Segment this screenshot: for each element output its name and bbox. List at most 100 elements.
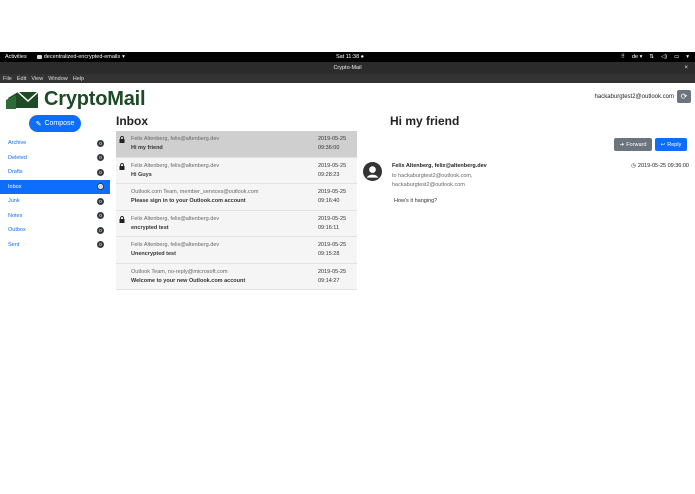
forward-button[interactable]: ➔ Forward [614,138,652,151]
lock-icon [119,215,125,223]
chevron-down-icon: ▾ [122,54,125,60]
folder-outbox[interactable]: Outbox 0 [0,223,110,238]
clock[interactable]: Sat 11:38 ● [336,54,364,60]
message-date: 2019-05-25 [318,215,347,222]
message-date: 2019-05-25 [318,136,347,142]
message-subject: Hi my friend [131,145,163,151]
message-row[interactable]: Felix Altenberg, felix@altenberg.dev enc… [116,210,357,237]
compose-label: Compose [44,120,75,127]
menu-window[interactable]: Window [48,76,68,82]
system-top-bar: Activities decentralized-encrypted-email… [0,52,695,62]
folder-drafts[interactable]: Drafts 0 [0,165,110,180]
message-sender: Felix Altenberg, felix@altenberg.dev [392,163,487,169]
refresh-button[interactable]: ⟳ [677,90,691,103]
folder-label: Notes [8,212,23,219]
message-time: 09:16:11 [318,224,340,231]
network-icon: ⇅ [649,54,654,60]
folder-label: Outbox [8,227,26,234]
folder-notes[interactable]: Notes 0 [0,209,110,224]
message-time: 09:15:28 [318,251,340,257]
message-subject: Hi Guys [131,171,152,178]
notification-dot-icon: ● [360,54,364,60]
message-from: Felix Altenberg, felix@altenberg.dev [131,162,220,169]
folder-count-badge: 0 [97,212,104,220]
message-time: 09:28:23 [318,171,340,178]
activities-button[interactable]: Activities [5,54,27,60]
folder-count-badge: 0 [97,197,104,205]
lock-icon [119,136,125,143]
brand-name: CryptoMail [44,88,146,110]
message-row[interactable]: Outlook.com Team, member_services@outloo… [116,184,357,211]
message-time: 09:36:00 [318,145,340,151]
power-menu-icon: ▾ [686,54,689,60]
keyboard-layout[interactable]: de ▾ [632,54,642,60]
message-recipients: to hackaburgtest2@outlook.com, hackaburg… [392,173,473,188]
message-list: Felix Altenberg, felix@altenberg.dev Hi … [116,131,357,290]
message-row[interactable]: Felix Altenberg, felix@altenberg.dev Une… [116,237,357,264]
message-subject: Please sign in to your Outlook.com accou… [131,198,246,204]
battery-icon: ▭ [674,54,680,60]
message-date: 2019-05-25 [318,162,347,169]
window-title: Crypto-Mail [333,65,362,71]
menu-edit[interactable]: Edit [17,76,26,82]
folder-label: Archive [8,140,27,147]
folder-label: Inbox [8,183,22,190]
folder-count-badge: 0 [97,183,104,191]
account-area: hackaburgtest2@outlook.com ⟳ [595,90,691,103]
reply-button[interactable]: ↩ Reply [655,138,687,151]
folder-sent[interactable]: Sent 0 [0,238,110,253]
menu-help[interactable]: Help [73,76,84,82]
message-row[interactable]: Outlook Team, no-reply@microsoft.com Wel… [116,263,357,290]
message-from: Felix Altenberg, felix@altenberg.dev [131,136,220,142]
grid-icon: ⠿ [620,54,625,60]
folder-label: Junk [8,198,20,205]
folder-count-badge: 0 [97,226,104,234]
message-timestamp: ◷ 2019-05-25 09:36:00 [631,163,689,169]
compose-button[interactable]: ✎ Compose [29,115,81,132]
menu-bar: File Edit View Window Help [0,74,695,83]
menu-view[interactable]: View [31,76,43,82]
app-icon [36,55,42,59]
forward-label: Forward [626,141,647,148]
message-from: Felix Altenberg, felix@altenberg.dev [131,215,220,222]
keyboard-layout-label: de [631,54,639,60]
message-detail-subject: Hi my friend [390,114,460,128]
folder-count-badge: 0 [97,154,104,162]
lock-icon [119,162,125,170]
reply-icon: ↩ [660,141,666,148]
folder-inbox[interactable]: Inbox 0 [0,179,110,194]
user-avatar-icon [363,162,382,181]
inbox-title: Inbox [116,114,148,128]
message-from: Outlook Team, no-reply@microsoft.com [131,268,228,275]
message-row[interactable]: Felix Altenberg, felix@altenberg.dev Hi … [116,157,357,184]
folder-count-badge: 0 [97,139,104,147]
message-date: 2019-05-25 [318,268,347,275]
close-icon[interactable]: × [684,65,688,71]
message-time: 09:16:40 [318,198,340,204]
folder-junk[interactable]: Junk 0 [0,194,110,209]
message-date: 2019-05-25 [318,189,347,195]
folder-archive[interactable]: Archive 0 [0,136,110,151]
message-subject: encrypted test [131,224,169,231]
message-from: Outlook.com Team, member_services@outloo… [131,189,259,195]
clock-icon: ◷ [631,163,636,169]
app-menu-label: decentralized-encrypted-emails [43,54,121,60]
system-tray[interactable]: ⠿ de ▾ ⇅ ◁) ▭ ▾ [621,54,689,60]
message-date: 2019-05-25 [318,242,347,248]
message-row[interactable]: Felix Altenberg, felix@altenberg.dev Hi … [116,131,357,158]
app-menu[interactable]: decentralized-encrypted-emails ▾ [36,54,125,60]
reply-label: Reply [667,141,682,148]
app-content: CryptoMail hackaburgtest2@outlook.com ⟳ … [0,83,695,494]
account-email: hackaburgtest2@outlook.com [594,93,674,100]
blank-area-top [0,0,695,52]
folder-label: Deleted [8,154,27,161]
message-timestamp-label: 2019-05-25 09:36:00 [637,163,689,169]
folder-count-badge: 0 [97,168,104,176]
menu-file[interactable]: File [3,76,12,82]
envelope-logo-icon [6,90,39,109]
folder-list: Archive 0 Deleted 0 Drafts 0 Inbox 0 Junk 0 N… [0,136,110,252]
forward-icon: ➔ [619,141,625,148]
volume-icon: ◁) [660,54,668,60]
message-subject: Unencrypted test [131,251,176,257]
folder-deleted[interactable]: Deleted 0 [0,151,110,166]
